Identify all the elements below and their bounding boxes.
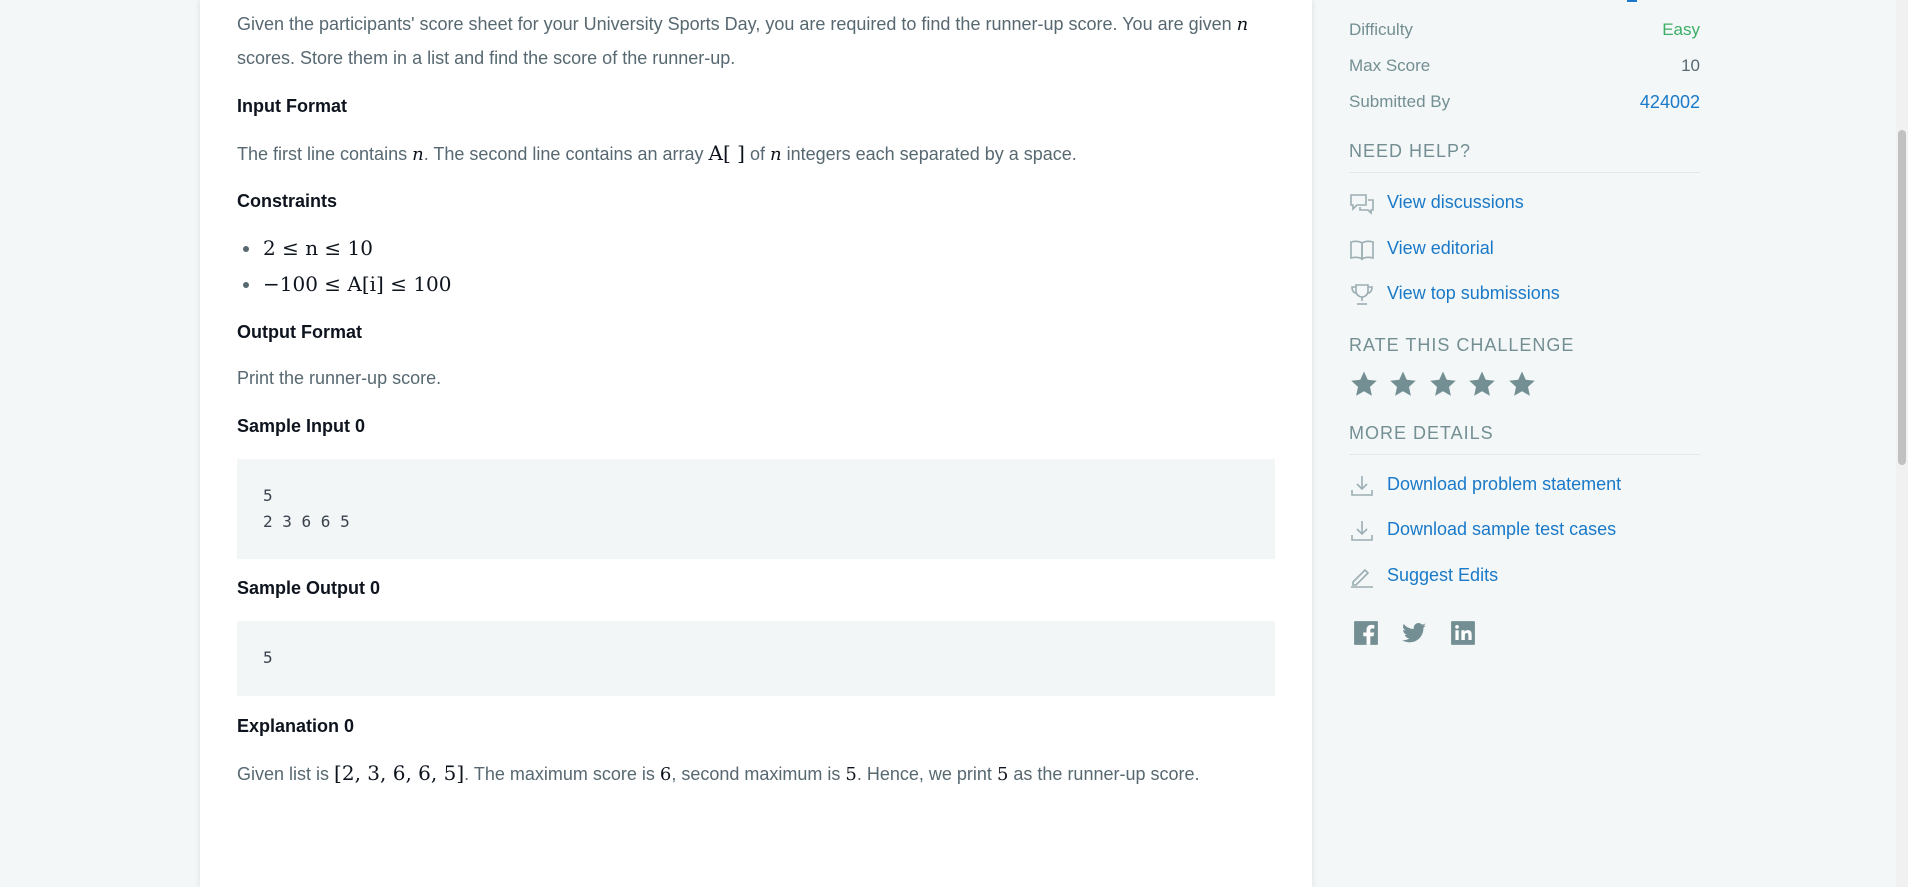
twitter-icon[interactable] [1401,620,1445,648]
constraints-heading: Constraints [237,191,338,211]
social-share [1353,620,1494,648]
link-label[interactable]: Download sample test cases [1387,519,1616,540]
intro-text-2: scores. Store them in a list and find th… [237,48,736,68]
star-icon[interactable] [1428,369,1463,399]
difficulty-value: Easy [1662,20,1700,39]
explanation-part2: . The maximum score is [464,764,655,784]
download-problem-statement-link[interactable]: Download problem statement [1349,472,1700,500]
link-label[interactable]: Download problem statement [1387,474,1621,495]
header-underline-fragment [1627,0,1637,2]
output-format-text: Print the runner-up score. [237,368,442,388]
intro-var-n: n [1236,14,1249,35]
submitted-by-label: Submitted By [1349,92,1451,111]
intro-text: Given the participants' score sheet for … [237,14,1232,34]
max-score-row: Max Score 10 [1349,56,1700,80]
code-line: 2 3 6 6 5 [263,512,350,531]
download-icon [1349,474,1375,498]
explanation-answer: 5 [996,764,1009,785]
star-icon[interactable] [1467,369,1502,399]
var-n: n [412,144,424,165]
sample-output-heading: Sample Output 0 [237,578,381,598]
trophy-icon [1349,283,1375,307]
star-icon[interactable] [1349,369,1384,399]
difficulty-label: Difficulty [1349,20,1413,39]
star-icon[interactable] [1388,369,1423,399]
code-line: 5 [263,486,273,505]
max-score-value: 10 [1681,56,1700,75]
sample-output-code: 5 [237,621,1275,696]
linkedin-icon[interactable] [1450,620,1494,648]
link-label[interactable]: View top submissions [1387,283,1560,304]
scrollbar-thumb[interactable] [1898,130,1906,465]
sample-input-code: 5 2 3 6 6 5 [237,459,1275,559]
explanation-text: Given list is [2, 3, 6, 6, 5]. The maxim… [237,756,1200,792]
pencil-icon [1349,565,1375,589]
explanation-part1: Given list is [237,764,330,784]
constraint-item: −100 ≤ A[i] ≤ 100 [237,266,452,302]
link-label[interactable]: View editorial [1387,238,1494,259]
input-format-part4: integers each separated by a space. [786,144,1077,164]
sample-input-heading: Sample Input 0 [237,416,366,436]
problem-panel: Given the participants' score sheet for … [200,0,1312,887]
input-format-part2: . The second line contains an array [423,144,704,164]
intro-paragraph-line-1: Given the participants' score sheet for … [237,7,1248,42]
input-format-text: The first line contains n. The second li… [237,136,1077,172]
difficulty-row: Difficulty Easy [1349,20,1700,44]
suggest-edits-link[interactable]: Suggest Edits [1349,563,1700,591]
explanation-part5: as the runner-up score. [1013,764,1200,784]
code-line: 5 [263,648,273,667]
explanation-heading: Explanation 0 [237,716,355,736]
scrollbar[interactable] [1896,0,1908,887]
submitted-by-link[interactable]: 424002 [1640,92,1700,113]
explanation-max: 6 [659,764,672,785]
facebook-icon[interactable] [1353,620,1397,648]
link-label[interactable]: Suggest Edits [1387,565,1498,586]
explanation-part4: . Hence, we print [856,764,992,784]
chat-bubbles-icon [1349,192,1375,216]
input-format-heading: Input Format [237,96,347,116]
array-a: A[ ] [708,141,745,165]
more-details-heading: MORE DETAILS [1349,423,1700,455]
rate-challenge-heading: RATE THIS CHALLENGE [1349,335,1575,355]
challenge-sidebar: Difficulty Easy Max Score 10 Submitted B… [1349,0,1700,887]
explanation-part3: , second maximum is [671,764,841,784]
intro-paragraph-line-2: scores. Store them in a list and find th… [237,41,735,75]
input-format-part1: The first line contains [237,144,408,164]
download-icon [1349,519,1375,543]
view-discussions-link[interactable]: View discussions [1349,190,1700,218]
explanation-second: 5 [845,764,857,785]
constraints-list: 2 ≤ n ≤ 10 −100 ≤ A[i] ≤ 100 [237,230,452,302]
download-sample-test-cases-link[interactable]: Download sample test cases [1349,517,1700,545]
star-icon[interactable] [1507,369,1542,399]
view-top-submissions-link[interactable]: View top submissions [1349,281,1700,309]
max-score-label: Max Score [1349,56,1431,75]
book-icon [1349,238,1375,262]
constraint-item: 2 ≤ n ≤ 10 [237,230,452,266]
rating-stars [1349,369,1542,399]
need-help-heading: NEED HELP? [1349,141,1700,173]
input-format-part3: of [749,144,765,164]
explanation-list: [2, 3, 6, 6, 5] [334,761,465,785]
submitted-by-row: Submitted By 424002 [1349,92,1700,116]
output-format-heading: Output Format [237,322,362,342]
view-editorial-link[interactable]: View editorial [1349,236,1700,264]
var-n-2: n [770,144,782,165]
link-label[interactable]: View discussions [1387,192,1524,213]
